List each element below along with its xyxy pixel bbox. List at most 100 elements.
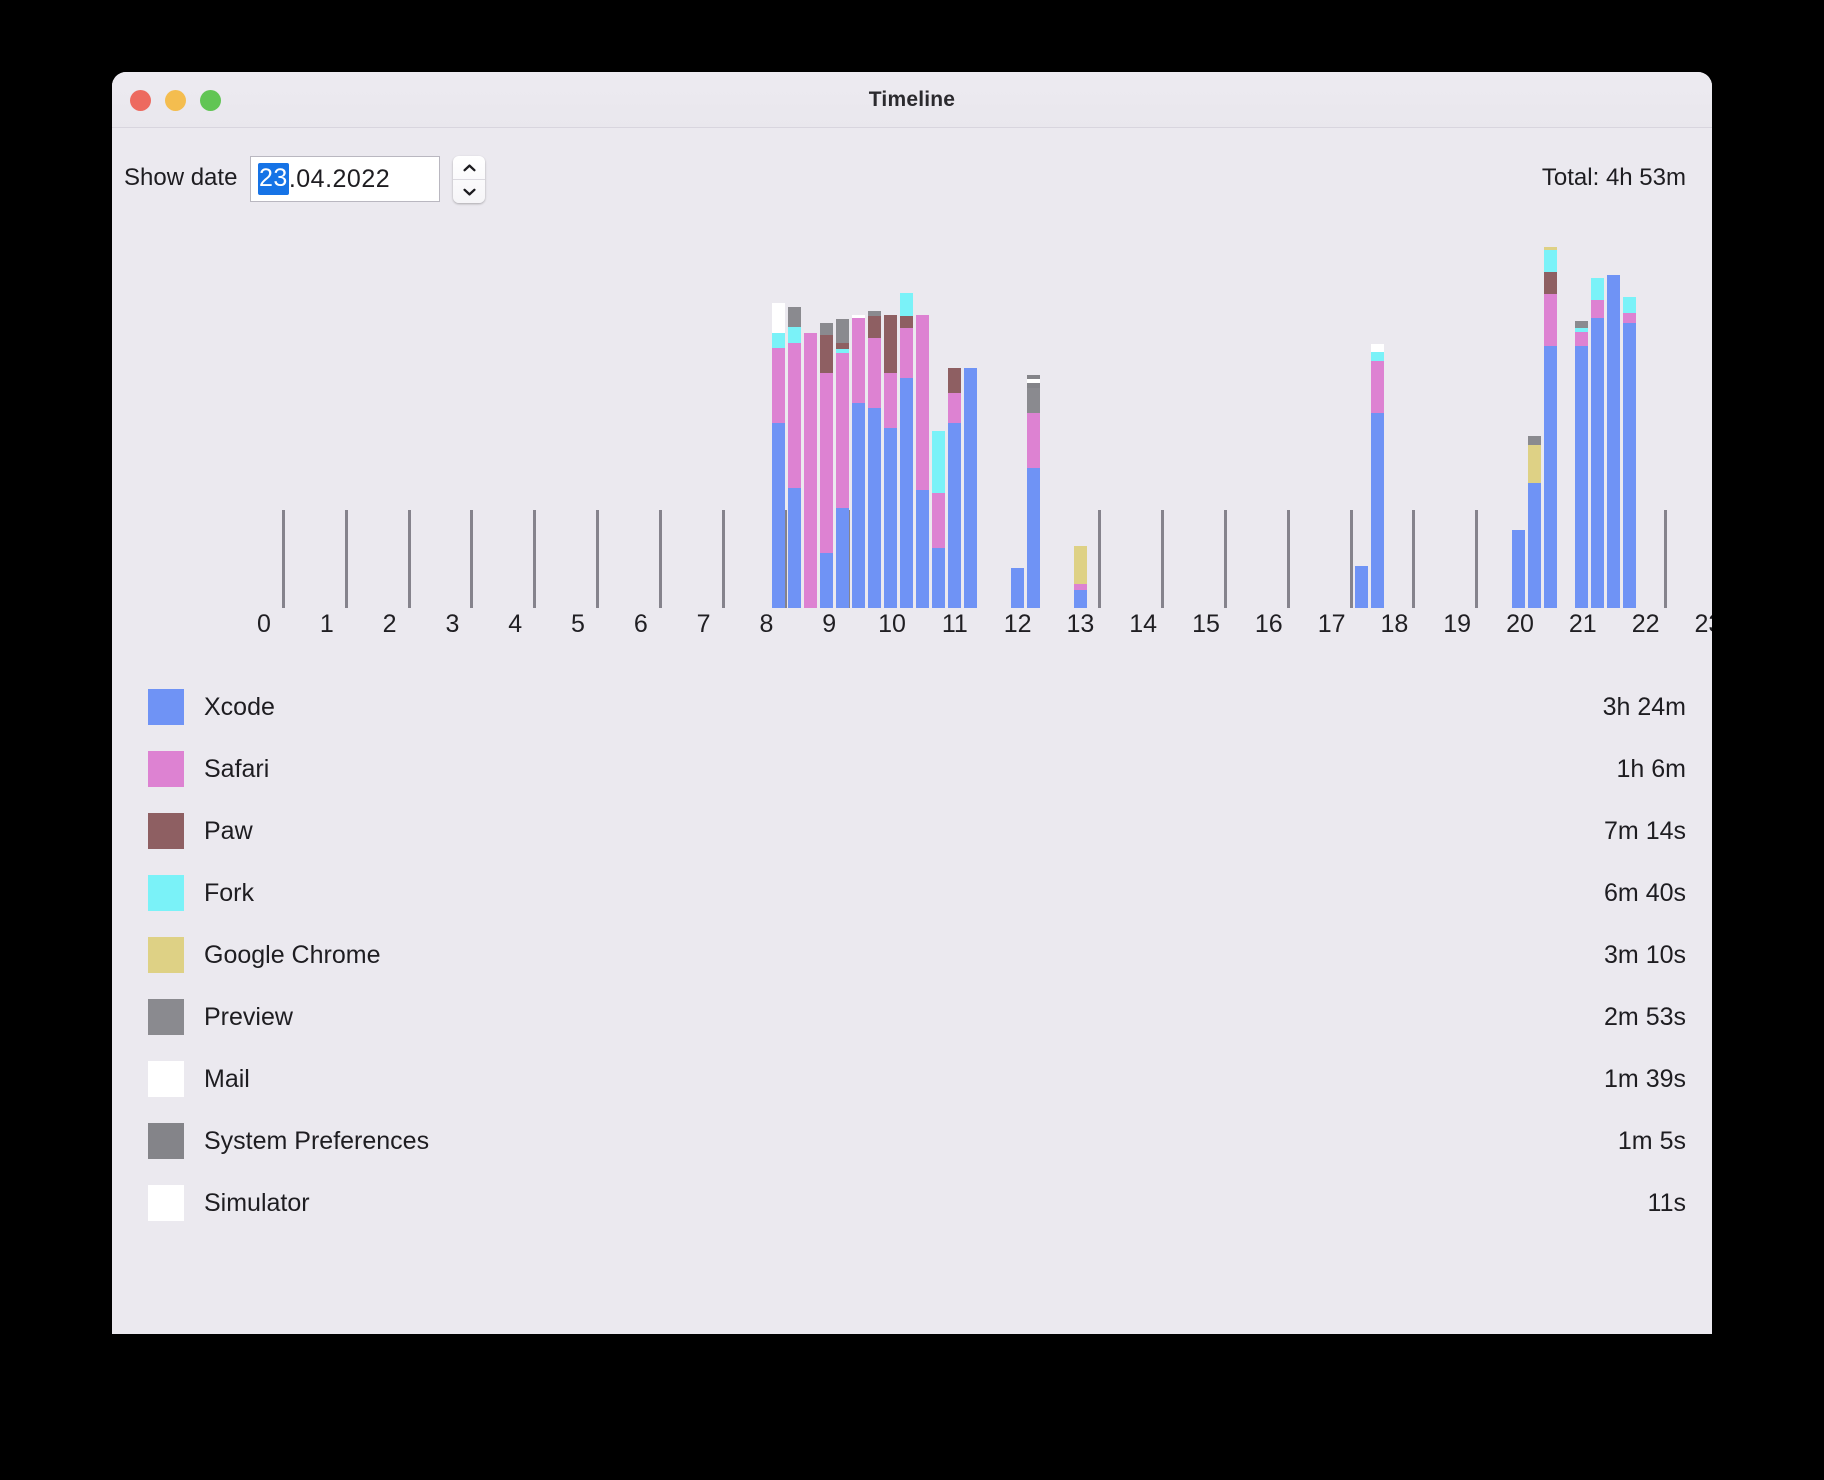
timeline-bar[interactable] (852, 315, 865, 608)
legend-row[interactable]: Preview 2m 53s (112, 986, 1712, 1048)
date-input[interactable]: 23.04.2022 (250, 156, 440, 202)
timeline-bar[interactable] (788, 307, 801, 608)
timeline-bar-segment (1575, 332, 1588, 346)
date-stepper[interactable] (453, 156, 485, 203)
timeline-bar-segment (836, 353, 849, 508)
timeline-bar-segment (948, 393, 961, 423)
timeline-bar[interactable] (1027, 375, 1040, 608)
window-titlebar: Timeline (112, 72, 1712, 128)
legend-app-duration: 11s (1647, 1188, 1686, 1217)
timeline-bar-segment (1591, 278, 1604, 300)
timeline-bar[interactable] (1544, 247, 1557, 608)
axis-tick (282, 510, 285, 608)
timeline-bar-segment (868, 316, 881, 338)
timeline-bar-segment (820, 373, 833, 553)
legend-app-duration: 7m 14s (1604, 816, 1686, 845)
chevron-down-icon (462, 188, 476, 196)
axis-tick-label: 1 (319, 610, 334, 638)
legend-app-name: Fork (204, 878, 254, 907)
legend-row[interactable]: Mail 1m 39s (112, 1048, 1712, 1110)
timeline-bar[interactable] (900, 293, 913, 608)
timeline-bar-segment (1544, 272, 1557, 294)
timeline-bar-segment (964, 368, 977, 608)
axis-tick (1412, 510, 1416, 608)
axis-tick-label: 14 (1129, 610, 1158, 638)
date-stepper-up[interactable] (453, 156, 485, 180)
timeline-bar[interactable] (1591, 278, 1604, 608)
timeline-bar-segment (772, 303, 785, 333)
date-rest-segment[interactable]: .04.2022 (289, 165, 390, 194)
legend-row[interactable]: Safari 1h 6m (112, 738, 1712, 800)
timeline-bar[interactable] (772, 303, 785, 608)
timeline-bar[interactable] (1623, 297, 1636, 608)
legend-row[interactable]: Simulator 11s (112, 1172, 1712, 1234)
total-duration: Total: 4h 53m (1541, 164, 1686, 191)
axis-tick-label: 23 (1694, 610, 1712, 638)
timeline-bar[interactable] (1355, 566, 1368, 608)
legend-color-swatch (148, 1185, 184, 1221)
timeline-bar[interactable] (948, 368, 961, 608)
axis-tick (344, 510, 348, 608)
timeline-bar[interactable] (820, 323, 833, 608)
timeline-bar[interactable] (932, 431, 945, 608)
timeline-bar-segment (1027, 468, 1040, 608)
timeline-bar-segment (884, 315, 897, 373)
chart-x-axis: 01234567891011121314151617181920212223 (112, 610, 1712, 654)
legend-color-swatch (148, 1123, 184, 1159)
timeline-bar-segment (1544, 294, 1557, 346)
axis-tick-label: 4 (508, 610, 523, 638)
timeline-bar-segment (1607, 275, 1620, 608)
legend-app-duration: 3h 24m (1602, 692, 1686, 721)
axis-tick (1663, 510, 1667, 608)
timeline-bar-segment (788, 488, 801, 608)
timeline-bar-segment (1591, 318, 1604, 608)
legend-row[interactable]: Xcode 3h 24m (112, 676, 1712, 738)
toolbar: Show date 23.04.2022 Total: 4h 53m (112, 128, 1712, 238)
timeline-bar-segment (916, 315, 929, 490)
timeline-bar-segment (868, 338, 881, 408)
legend-color-swatch (148, 875, 184, 911)
axis-tick-label: 22 (1631, 610, 1660, 638)
timeline-bar[interactable] (868, 311, 881, 608)
legend-row[interactable]: System Preferences 1m 5s (112, 1110, 1712, 1172)
axis-tick-label: 19 (1443, 610, 1472, 638)
timeline-bar[interactable] (1512, 530, 1525, 608)
legend-row[interactable]: Paw 7m 14s (112, 800, 1712, 862)
timeline-bar[interactable] (1011, 568, 1024, 608)
timeline-bar-segment (1011, 568, 1024, 608)
axis-tick-label: 12 (1003, 610, 1032, 638)
timeline-bar[interactable] (964, 368, 977, 608)
timeline-bar-segment (1575, 346, 1588, 608)
timeline-bar-segment (836, 508, 849, 608)
legend-row[interactable]: Fork 6m 40s (112, 862, 1712, 924)
show-date-label: Show date (124, 164, 238, 191)
timeline-bar[interactable] (804, 333, 817, 608)
timeline-bar-segment (772, 423, 785, 608)
window-content: Show date 23.04.2022 Total: 4h 53m 0 1 2… (112, 128, 1712, 1334)
legend-app-duration: 2m 53s (1604, 1002, 1686, 1031)
date-stepper-down[interactable] (453, 180, 485, 203)
timeline-bar-segment (948, 368, 961, 393)
axis-tick-label: 17 (1317, 610, 1346, 638)
axis-tick (1224, 510, 1227, 608)
timeline-bar-segment (932, 431, 945, 493)
timeline-bar[interactable] (1371, 344, 1384, 608)
timeline-bar[interactable] (916, 315, 929, 608)
legend-row[interactable]: Google Chrome 3m 10s (112, 924, 1712, 986)
timeline-bar-segment (900, 378, 913, 608)
timeline-bar[interactable] (1528, 436, 1541, 608)
legend-app-name: System Preferences (204, 1126, 430, 1155)
axis-tick-label: 6 (633, 610, 648, 638)
timeline-bar-segment (1528, 445, 1541, 483)
legend-app-name: Google Chrome (204, 940, 381, 969)
date-day-segment[interactable]: 23 (258, 163, 289, 195)
legend-color-swatch (148, 813, 184, 849)
legend-app-duration: 1m 5s (1617, 1126, 1686, 1155)
timeline-bar[interactable] (1607, 275, 1620, 608)
chart-plot-area[interactable] (112, 238, 1712, 608)
timeline-bar[interactable] (884, 315, 897, 608)
timeline-bar[interactable] (1575, 321, 1588, 608)
timeline-bar[interactable] (1074, 546, 1087, 608)
timeline-bar[interactable] (836, 319, 849, 608)
legend-app-name: Mail (204, 1064, 250, 1093)
